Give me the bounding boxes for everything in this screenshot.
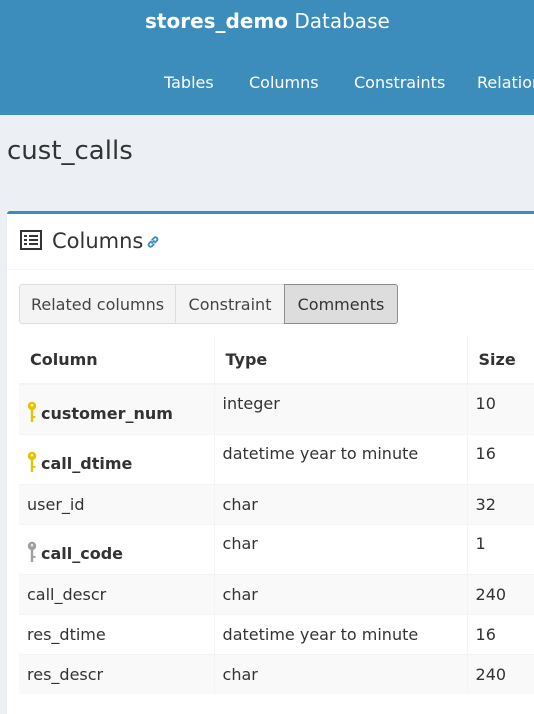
column-name[interactable]: res_descr [27,665,103,684]
column-name[interactable]: customer_num [41,404,173,423]
link-icon[interactable] [146,234,160,253]
box-title: Columns [52,229,144,253]
table-row: res_descr char 240 [19,653,534,694]
column-name[interactable]: call_code [41,544,123,563]
column-size: 32 [467,483,534,524]
nav-tables[interactable]: Tables [164,73,214,92]
list-icon [20,230,42,254]
table-row: call_code char 1 [19,523,534,574]
column-type: integer [214,383,468,434]
column-name-cell: call_descr [19,573,215,614]
primary-key-icon [27,451,37,477]
db-name: stores_demo [145,9,288,33]
column-type: char [214,483,468,524]
columns-table: Column Type Size customer_num integer 10 [19,336,534,694]
table-row: call_descr char 240 [19,573,534,614]
column-name-cell: user_id [19,483,215,524]
column-type: datetime year to minute [214,613,468,654]
table-row: call_dtime datetime year to minute 16 [19,433,534,484]
column-size: 16 [467,613,534,654]
tab-constraint[interactable]: Constraint [175,284,285,324]
table-row: customer_num integer 10 [19,383,534,434]
foreign-key-icon [27,541,37,567]
column-type: char [214,523,468,574]
page-title: cust_calls [7,136,133,166]
column-name-cell: res_descr [19,653,215,694]
column-name[interactable]: res_dtime [27,625,106,644]
column-size: 10 [467,383,534,434]
table-row: res_dtime datetime year to minute 16 [19,613,534,654]
nav-columns[interactable]: Columns [249,73,319,92]
nav-relationships[interactable]: Relation [477,73,534,92]
column-name-cell: call_code [19,523,215,574]
tab-comments[interactable]: Comments [284,284,398,324]
column-name-cell: customer_num [19,383,215,434]
header-column[interactable]: Column [19,336,215,385]
column-name[interactable]: user_id [27,495,85,514]
top-header: stores_demo Database Tables Columns Cons… [0,0,534,115]
table-row: user_id char 32 [19,483,534,524]
column-size: 16 [467,433,534,484]
tab-related-columns[interactable]: Related columns [19,284,176,324]
column-name-cell: res_dtime [19,613,215,654]
columns-box: Columns Related columns Constraint Comme… [7,211,534,714]
column-name[interactable]: call_dtime [41,454,132,473]
db-suffix: Database [294,9,390,33]
nav-constraints[interactable]: Constraints [354,73,445,92]
column-type: char [214,653,468,694]
primary-key-icon [27,401,37,427]
column-type: char [214,573,468,614]
column-size: 240 [467,573,534,614]
top-nav: Tables Columns Constraints Relation [0,73,534,97]
box-header: Columns [7,214,534,270]
column-name-cell: call_dtime [19,433,215,484]
brand-title[interactable]: stores_demo Database [145,9,390,33]
column-size: 1 [467,523,534,574]
header-size[interactable]: Size [467,336,534,385]
column-size: 240 [467,653,534,694]
header-type[interactable]: Type [214,336,468,385]
column-type: datetime year to minute [214,433,468,484]
column-name[interactable]: call_descr [27,585,106,604]
